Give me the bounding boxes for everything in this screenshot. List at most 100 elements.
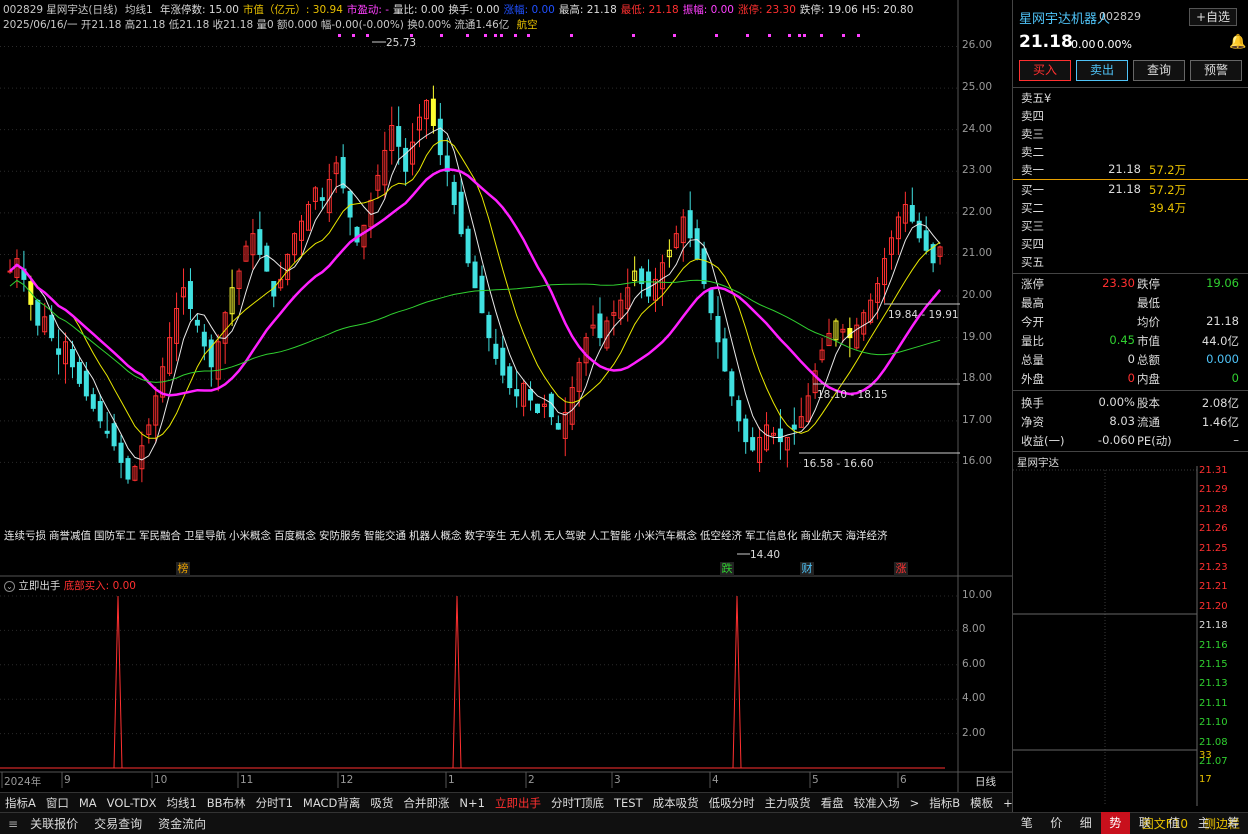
concept-tag[interactable]: 海洋经济 [846, 530, 888, 542]
indicator-tab[interactable]: 分时T顶底 [546, 795, 609, 811]
orderbook-label: 买五 [1021, 255, 1044, 269]
indicator-tab[interactable]: 主力吸货 [760, 795, 816, 811]
status-link[interactable]: 交易查询 [86, 815, 150, 832]
candle-body [646, 271, 652, 297]
ma-label[interactable]: 均线1 [125, 4, 153, 16]
menu-icon[interactable]: ≡ [0, 817, 22, 831]
concept-tag[interactable]: 军民融合 [139, 530, 181, 542]
side-tab[interactable]: 主 [1189, 812, 1219, 834]
event-badge[interactable]: 财 [800, 562, 814, 576]
orderbook-row[interactable]: 买五 [1019, 254, 1243, 272]
trade-button[interactable]: 卖出 [1076, 60, 1128, 81]
concept-tag[interactable]: 智能交通 [364, 530, 406, 542]
price-change-pct: 0.00% [1097, 38, 1132, 51]
orderbook-row[interactable]: 卖一 21.18 57.2万 [1019, 162, 1243, 180]
indicator-tab[interactable]: 合并即涨 [398, 795, 454, 811]
trade-button[interactable]: 预警 [1190, 60, 1242, 81]
orderbook-row[interactable]: 买一 21.18 57.2万 [1019, 182, 1243, 200]
concept-tag[interactable]: 商誉减值 [49, 530, 91, 542]
concept-tag[interactable]: 数字孪生 [465, 530, 507, 542]
indicator-tab[interactable]: 较准入场 [849, 795, 905, 811]
period-selector[interactable]: 日线 [975, 774, 996, 789]
side-tab[interactable]: 细 [1071, 812, 1101, 834]
side-tab[interactable]: 筹 [1219, 812, 1248, 834]
indicator-tab[interactable]: > [905, 796, 925, 810]
ma-line-10 [9, 139, 941, 439]
trade-button[interactable]: 买入 [1019, 60, 1071, 81]
indicator-tab[interactable]: MACD背离 [298, 795, 365, 811]
price-tick: 18.00 [962, 372, 993, 385]
indicator-tab[interactable]: 分时T1 [251, 795, 298, 811]
indicator-tab[interactable]: N+1 [454, 796, 490, 810]
side-tab[interactable]: 势 [1100, 812, 1130, 834]
kline-chart-area[interactable]: 25.73 14.40 19.84 - 19.91 18.10 - 18.15 16.5… [0, 0, 1012, 792]
candle-body [194, 319, 200, 326]
price-tick: 19.00 [962, 330, 993, 343]
indicator-tab[interactable]: VOL-TDX [102, 796, 162, 810]
orderbook-row[interactable]: 卖五¥ [1019, 90, 1243, 108]
trade-button[interactable]: 查询 [1133, 60, 1185, 81]
bell-icon[interactable]: 🔔 [1229, 34, 1246, 50]
candle-body [56, 348, 62, 355]
concept-tag[interactable]: 卫星导航 [184, 530, 226, 542]
candle-body [750, 437, 756, 451]
orderbook-row[interactable]: 买二 39.4万 [1019, 200, 1243, 218]
orderbook-label: 卖四 [1021, 109, 1044, 123]
event-badge[interactable]: 跌 [720, 562, 734, 576]
side-tab[interactable]: 值 [1160, 812, 1190, 834]
concept-tag[interactable]: 机器人概念 [409, 530, 462, 542]
concept-tag[interactable]: 小米概念 [229, 530, 271, 542]
stat-value: 8.03 [1109, 414, 1135, 428]
indicator-tab[interactable]: 看盘 [816, 795, 849, 811]
tick-chart[interactable] [1013, 466, 1248, 806]
add-watchlist-button[interactable]: +自选 [1189, 8, 1237, 26]
indicator-tab[interactable]: 模板 [965, 795, 998, 811]
orderbook-row[interactable]: 卖四 [1019, 108, 1243, 126]
kline-svg[interactable]: 25.73 14.40 19.84 - 19.91 18.10 - 18.15 16.5… [0, 0, 1012, 792]
event-badge[interactable]: 榜 [176, 562, 190, 576]
concept-tag[interactable]: 无人驾驶 [544, 530, 586, 542]
concept-tag[interactable]: 无人机 [510, 530, 542, 542]
indicator-tab[interactable]: 吸货 [365, 795, 398, 811]
concept-tag[interactable]: 低空经济 [700, 530, 742, 542]
indicator-tab[interactable]: MA [74, 796, 102, 810]
event-badge[interactable]: 涨 [894, 562, 908, 576]
candle-body [111, 423, 117, 447]
indicator-tab[interactable]: TEST [609, 796, 648, 810]
indicator-tab[interactable]: 成本吸货 [648, 795, 704, 811]
indicator-tab[interactable]: 低吸分时 [704, 795, 760, 811]
concept-tag[interactable]: 安防服务 [319, 530, 361, 542]
candle-body [451, 181, 457, 206]
indicator-tab-bar: 指标A 窗口 MA VOL-TDX 均线1 BB布林 分时T1 MACD背离 吸货 合并即涨 N+1… [0, 792, 1032, 812]
orderbook-row[interactable]: 买四 [1019, 236, 1243, 254]
side-tab[interactable]: 笔 [1012, 812, 1042, 834]
indicator-tab[interactable]: 指标B [924, 795, 965, 811]
tick-axis-label: 21.18 [1199, 620, 1228, 632]
concept-tag[interactable]: 百度概念 [274, 530, 316, 542]
orderbook-row[interactable]: 买三 [1019, 218, 1243, 236]
concept-tag[interactable]: 国防军工 [94, 530, 136, 542]
concept-tag[interactable]: 小米汽车概念 [634, 530, 697, 542]
sub-tick: 2.00 [962, 726, 986, 739]
sub-indicator-name[interactable]: 立即出手 [18, 580, 60, 592]
chevron-down-icon[interactable]: ⌄ [4, 581, 15, 592]
indicator-tab[interactable]: 窗口 [41, 795, 74, 811]
side-tab[interactable]: 联 [1130, 812, 1160, 834]
indicator-tab[interactable]: 均线1 [161, 795, 201, 811]
sector-tag[interactable]: 航空 [517, 19, 538, 31]
side-tab[interactable]: 价 [1042, 812, 1072, 834]
status-link[interactable]: 关联报价 [22, 815, 86, 832]
orderbook-row[interactable]: 卖三 [1019, 126, 1243, 144]
status-link[interactable]: 资金流向 [150, 815, 214, 832]
concept-tag[interactable]: 商业航天 [801, 530, 843, 542]
candle-body [514, 389, 520, 397]
orderbook-row[interactable]: 卖二 [1019, 144, 1243, 162]
candle-body [555, 423, 561, 430]
concept-tag[interactable]: 人工智能 [589, 530, 631, 542]
concept-tag[interactable]: 连续亏损 [4, 530, 46, 542]
concept-tag[interactable]: 军工信息化 [745, 530, 798, 542]
stat-key: 总量 [1021, 353, 1044, 367]
indicator-tab[interactable]: 立即出手 [490, 795, 546, 811]
indicator-tab[interactable]: 指标A [0, 795, 41, 811]
indicator-tab[interactable]: BB布林 [202, 795, 251, 811]
